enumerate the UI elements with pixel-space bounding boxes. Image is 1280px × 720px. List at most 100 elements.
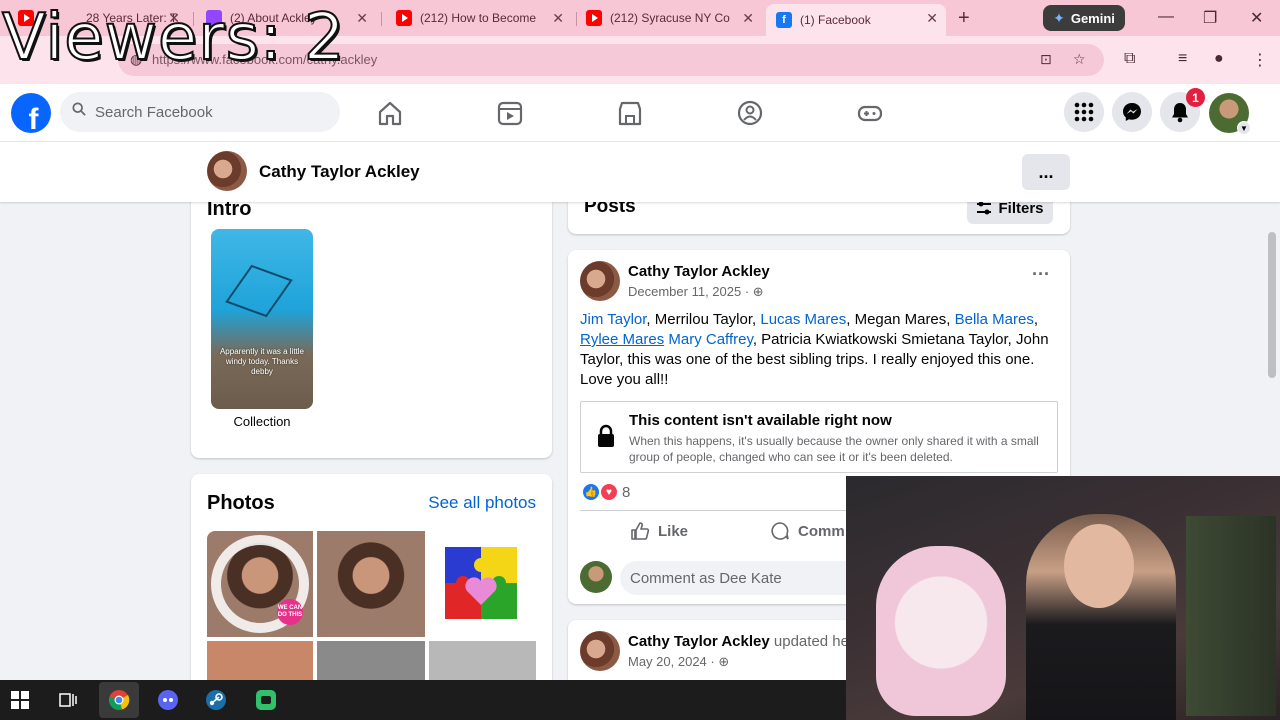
collection-thumbnail[interactable]: Apparently it was a little windy today. …: [211, 229, 313, 409]
streamer-face: [1064, 524, 1134, 608]
photo-thumbnail[interactable]: [429, 531, 536, 637]
we-can-do-this-badge: WE CAN DO THIS: [277, 599, 303, 625]
comment-label: Comm: [798, 522, 845, 540]
intro-card: Intro Apparently it was a little windy t…: [191, 190, 552, 458]
tab-separator: [381, 12, 382, 26]
bookmark-star-icon[interactable]: ☆: [1073, 51, 1086, 68]
reaction-count: 8: [622, 483, 631, 501]
minimize-icon[interactable]: —: [1158, 8, 1174, 26]
chevron-down-icon: ▼: [1237, 121, 1251, 135]
close-tab-icon[interactable]: ✕: [356, 10, 368, 27]
gemini-button[interactable]: ✦ Gemini: [1043, 5, 1125, 31]
video-icon[interactable]: [495, 98, 525, 128]
restore-icon[interactable]: ❐: [1203, 8, 1217, 28]
comment-icon: [771, 522, 789, 540]
windows-start-icon[interactable]: [8, 688, 32, 712]
profile-more-button[interactable]: ...: [1022, 154, 1070, 190]
profile-avatar[interactable]: [207, 151, 247, 191]
post-date[interactable]: December 11, 2025 · ⊕: [628, 284, 764, 300]
grid-menu-icon: [1074, 102, 1094, 122]
unavailable-body: When this happens, it's usually because …: [629, 434, 1039, 464]
post-author-name[interactable]: Cathy Taylor Ackley: [628, 263, 770, 280]
facebook-top-nav: f ▼: [0, 84, 1280, 142]
post-text: Jim Taylor, Merrilou Taylor, Lucas Mares…: [580, 310, 1058, 390]
post-text-segment: , Megan Mares,: [846, 311, 955, 328]
menu-grid-button[interactable]: [1064, 92, 1104, 132]
post-action-text: updated her: [769, 633, 854, 650]
extensions-icon[interactable]: ⧉: [1124, 50, 1135, 68]
post-text-segment: ,: [1033, 311, 1038, 328]
tagged-person-link[interactable]: Bella Mares: [955, 311, 1034, 328]
close-tab-icon[interactable]: ✕: [926, 10, 938, 27]
discord-taskbar-icon[interactable]: [156, 688, 180, 712]
post-date[interactable]: May 20, 2024 · ⊕: [628, 654, 729, 670]
like-button[interactable]: Like: [630, 521, 688, 541]
close-window-icon[interactable]: ✕: [1250, 8, 1263, 28]
post-author-name[interactable]: Cathy Taylor Ackley: [628, 633, 770, 650]
post-author-avatar[interactable]: [580, 631, 620, 671]
tab-how-to-become[interactable]: (212) How to Become ✕: [386, 4, 572, 32]
photos-title: Photos: [207, 492, 275, 514]
bell-icon: [1172, 103, 1188, 123]
tab-facebook[interactable]: f (1) Facebook ✕: [766, 4, 946, 36]
tagged-person-link[interactable]: Mary Caffrey: [668, 331, 752, 348]
facebook-logo-icon[interactable]: f: [11, 93, 51, 133]
chrome-menu-icon[interactable]: ⋮: [1252, 50, 1268, 70]
tab-syracuse[interactable]: (212) Syracuse NY Co ✕: [576, 4, 762, 32]
webcam-overlay: [846, 476, 1280, 720]
see-all-photos-link[interactable]: See all photos: [428, 493, 536, 513]
love-reaction-icon: ♥: [600, 483, 618, 501]
tagged-person-link[interactable]: Lucas Mares: [760, 311, 846, 328]
facebook-search[interactable]: [60, 92, 340, 132]
youtube-icon: [396, 10, 412, 26]
tagged-person-link[interactable]: Rylee Mares: [580, 331, 664, 348]
steam-taskbar-icon[interactable]: [204, 688, 228, 712]
thumbs-up-icon: [631, 522, 650, 540]
post-more-options-icon[interactable]: ···: [1032, 264, 1050, 285]
post-author-avatar[interactable]: [580, 261, 620, 301]
viewer-count-overlay: Viewers: 2: [1, 1, 346, 75]
photo-thumbnail[interactable]: [317, 531, 425, 637]
task-view-icon[interactable]: [56, 688, 80, 712]
close-tab-icon[interactable]: ✕: [742, 10, 754, 27]
like-reaction-icon: 👍: [582, 483, 600, 501]
search-input[interactable]: [95, 92, 325, 132]
collection-caption: Apparently it was a little windy today. …: [219, 347, 305, 376]
tab-title: (1) Facebook: [800, 13, 871, 27]
home-icon[interactable]: [375, 98, 405, 128]
post-date-text: May 20, 2024 ·: [628, 654, 715, 669]
new-tab-button[interactable]: +: [958, 7, 970, 30]
lock-icon: [598, 424, 614, 447]
gaming-icon[interactable]: [855, 98, 885, 128]
media-controls-icon[interactable]: ≡: [1178, 50, 1187, 68]
app-taskbar-icon[interactable]: [254, 688, 278, 712]
windows-taskbar: [0, 680, 846, 720]
profile-icon[interactable]: ●: [1214, 50, 1224, 68]
groups-icon[interactable]: [735, 98, 765, 128]
chrome-taskbar-icon[interactable]: [99, 682, 139, 718]
profile-header-bar: Cathy Taylor Ackley ...: [0, 142, 1280, 202]
marketplace-icon[interactable]: [615, 98, 645, 128]
globe-icon: ⊕: [718, 654, 730, 669]
reaction-summary[interactable]: 👍 ♥ 8: [582, 483, 630, 501]
notification-badge: 1: [1186, 88, 1205, 107]
collection-label[interactable]: Collection: [211, 414, 313, 429]
page-scrollbar-thumb[interactable]: [1268, 232, 1276, 378]
commenter-avatar[interactable]: [580, 561, 612, 593]
content-unavailable-box: This content isn't available right now W…: [580, 401, 1058, 473]
install-app-icon[interactable]: ⊡: [1040, 51, 1052, 68]
profile-name[interactable]: Cathy Taylor Ackley: [259, 162, 420, 182]
search-icon: [72, 102, 86, 116]
messenger-button[interactable]: [1112, 92, 1152, 132]
post-author-line: Cathy Taylor Ackley updated her: [628, 633, 854, 650]
comment-button[interactable]: Comm: [770, 521, 845, 541]
photo-thumbnail[interactable]: WE CAN DO THIS: [207, 531, 313, 637]
account-avatar[interactable]: ▼: [1209, 93, 1251, 135]
tagged-person-link[interactable]: Jim Taylor: [580, 311, 646, 328]
post-text-segment: , Merrilou Taylor,: [646, 311, 761, 328]
filters-label: Filters: [998, 199, 1044, 217]
like-label: Like: [658, 522, 689, 540]
tab-title: (212) Syracuse NY Co: [610, 11, 730, 25]
close-tab-icon[interactable]: ✕: [552, 10, 564, 27]
gemini-label: Gemini: [1070, 10, 1115, 26]
